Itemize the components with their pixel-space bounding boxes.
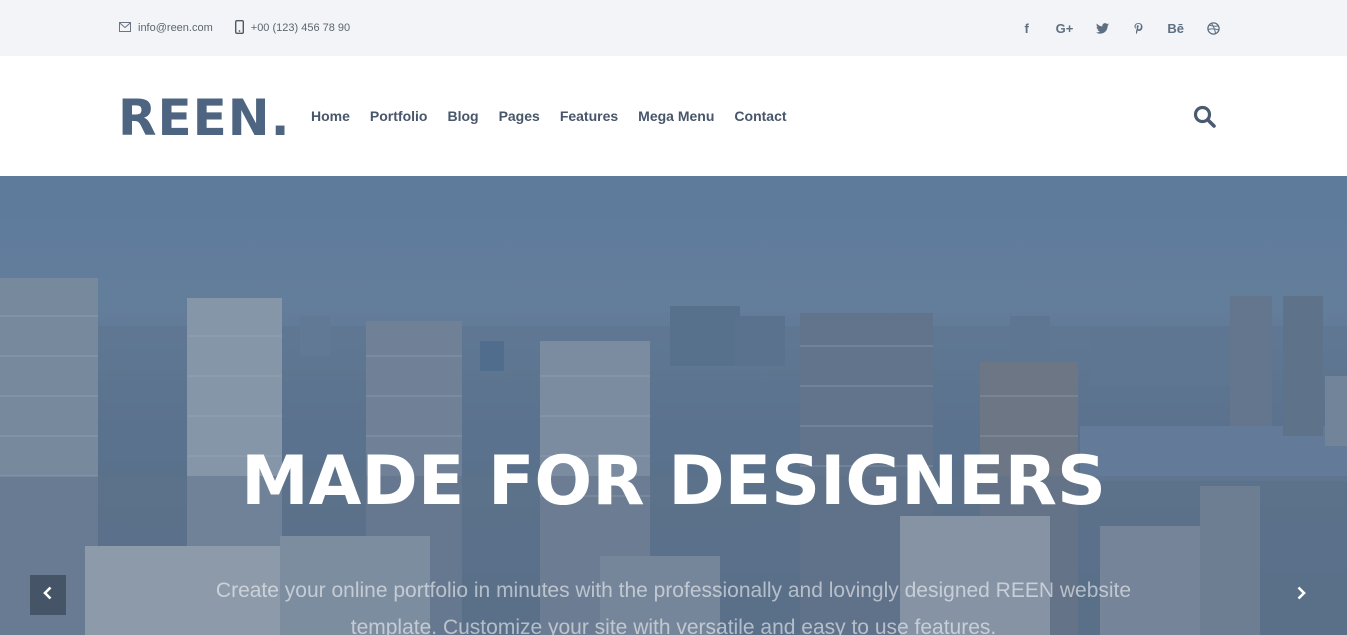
behance-icon[interactable]: Bē bbox=[1167, 21, 1184, 36]
phone-item[interactable]: +00 (123) 456 78 90 bbox=[234, 19, 351, 37]
facebook-icon[interactable]: f bbox=[1020, 21, 1034, 36]
social-links: f G+ Bē bbox=[1020, 0, 1220, 56]
pinterest-icon[interactable] bbox=[1131, 22, 1145, 35]
menu-item-home[interactable]: Home bbox=[311, 108, 350, 124]
hero-title: MADE FOR DESIGNERS bbox=[241, 442, 1106, 521]
google-plus-icon[interactable]: G+ bbox=[1056, 21, 1074, 36]
email-item[interactable]: info@reen.com bbox=[119, 21, 213, 35]
city-skyline-image bbox=[0, 176, 1347, 635]
menu-item-blog[interactable]: Blog bbox=[447, 108, 478, 124]
hero-subtitle: Create your online portfolio in minutes … bbox=[215, 579, 1132, 635]
mobile-icon bbox=[234, 19, 244, 37]
top-bar: info@reen.com +00 (123) 456 78 90 f G+ B… bbox=[0, 0, 1347, 56]
phone-text: +00 (123) 456 78 90 bbox=[250, 22, 351, 34]
chevron-left-icon bbox=[42, 586, 54, 605]
chevron-right-icon bbox=[1295, 586, 1307, 605]
hero-slider: MADE FOR DESIGNERS Create your online po… bbox=[0, 176, 1347, 635]
slider-prev-button[interactable] bbox=[30, 575, 66, 615]
dribbble-icon[interactable] bbox=[1206, 21, 1220, 35]
reen-logo[interactable]: REEN. bbox=[118, 93, 291, 143]
email-text: info@reen.com bbox=[138, 22, 213, 34]
menu-item-pages[interactable]: Pages bbox=[499, 108, 540, 124]
main-menu: Home Portfolio Blog Pages Features Mega … bbox=[311, 56, 787, 176]
contact-info: info@reen.com +00 (123) 456 78 90 bbox=[119, 0, 350, 56]
menu-item-portfolio[interactable]: Portfolio bbox=[370, 108, 428, 124]
menu-item-contact[interactable]: Contact bbox=[734, 108, 786, 124]
menu-item-features[interactable]: Features bbox=[560, 108, 618, 124]
envelope-icon bbox=[119, 21, 131, 35]
slider-next-button[interactable] bbox=[1283, 575, 1319, 615]
menu-item-mega-menu[interactable]: Mega Menu bbox=[638, 108, 714, 124]
search-icon[interactable] bbox=[1192, 104, 1218, 130]
twitter-icon[interactable] bbox=[1095, 22, 1109, 34]
